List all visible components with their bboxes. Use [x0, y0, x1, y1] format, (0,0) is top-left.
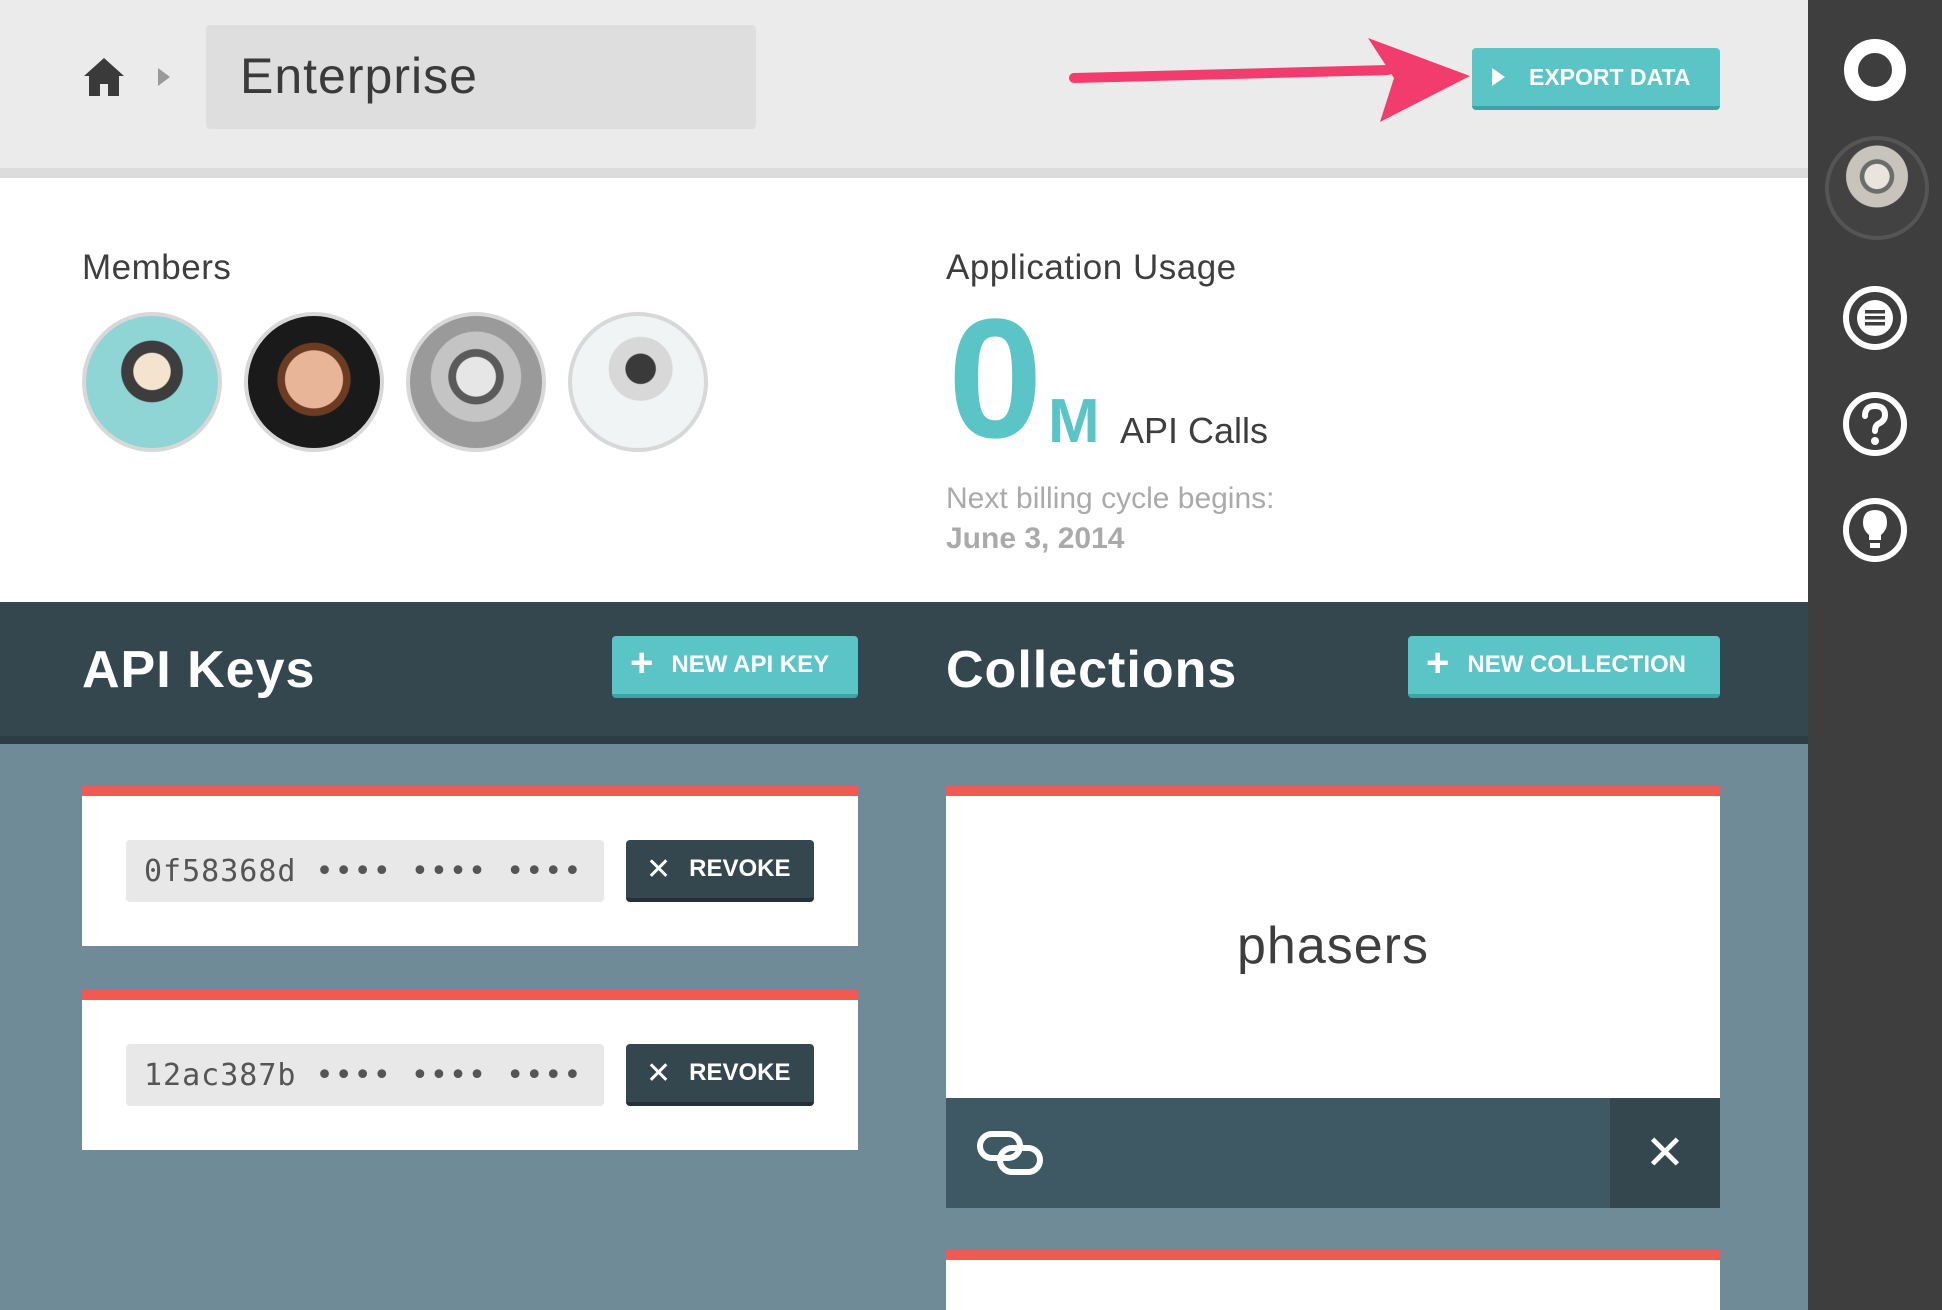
application-usage-label: Application Usage [946, 248, 1237, 287]
api-keys-title: API Keys [82, 641, 316, 699]
play-icon [1492, 68, 1505, 86]
help-icon[interactable] [1841, 390, 1909, 458]
member-avatar[interactable] [568, 312, 708, 452]
logo-icon[interactable] [1841, 36, 1909, 104]
home-icon[interactable] [82, 56, 126, 98]
usage-suffix: API Calls [1120, 410, 1269, 451]
member-avatar[interactable] [244, 312, 384, 452]
api-key-card: 12ac387b •••• •••• •••• ✕ REVOKE [82, 990, 858, 1150]
right-sidebar [1808, 0, 1942, 1310]
api-key-card: 0f58368d •••• •••• •••• ✕ REVOKE [82, 786, 858, 946]
close-icon: ✕ [646, 1056, 672, 1090]
api-key-field[interactable]: 0f58368d •••• •••• •••• [126, 840, 604, 902]
member-avatar[interactable] [406, 312, 546, 452]
collections-title: Collections [946, 641, 1238, 699]
billing-cycle-date: June 3, 2014 [946, 522, 1125, 555]
collection-card[interactable]: phasers ✕ [946, 786, 1720, 1208]
revoke-label: REVOKE [689, 1059, 791, 1086]
plus-icon: + [1426, 641, 1450, 685]
breadcrumb-caret-icon [158, 68, 170, 86]
annotation-arrow-icon [1069, 38, 1470, 122]
revoke-label: REVOKE [689, 855, 791, 882]
new-collection-button[interactable]: + NEW COLLECTION [1408, 636, 1720, 698]
revoke-button[interactable]: ✕ REVOKE [626, 840, 814, 902]
link-icon[interactable] [976, 1128, 1046, 1178]
api-key-field[interactable]: 12ac387b •••• •••• •••• [126, 1044, 604, 1106]
organization-name-field[interactable]: Enterprise [206, 25, 756, 129]
lightbulb-icon[interactable] [1841, 496, 1909, 564]
section-header-bar: API Keys + NEW API KEY Collections + NEW… [0, 602, 1808, 744]
members-label: Members [82, 248, 232, 287]
new-api-key-label: NEW API KEY [671, 651, 830, 678]
usage-unit: M [1048, 387, 1100, 456]
collection-card[interactable] [946, 1250, 1720, 1310]
user-avatar[interactable] [1825, 136, 1929, 240]
billing-cycle-label: Next billing cycle begins: [946, 482, 1275, 515]
delete-collection-button[interactable]: ✕ [1610, 1098, 1720, 1208]
plus-icon: + [630, 641, 654, 685]
close-icon: ✕ [646, 852, 672, 886]
collection-footer: ✕ [946, 1098, 1720, 1208]
page-header: Enterprise EXPORT DATA [0, 0, 1808, 178]
member-avatar[interactable] [82, 312, 222, 452]
export-data-button[interactable]: EXPORT DATA [1472, 48, 1720, 110]
export-data-label: EXPORT DATA [1529, 63, 1691, 90]
new-collection-label: NEW COLLECTION [1467, 651, 1687, 678]
overview-panel: Members Application Usage 0 M API Calls … [0, 178, 1808, 602]
collection-name: phasers [1237, 917, 1429, 975]
list-icon[interactable] [1841, 284, 1909, 352]
revoke-button[interactable]: ✕ REVOKE [626, 1044, 814, 1106]
usage-value: 0 [948, 284, 1043, 474]
new-api-key-button[interactable]: + NEW API KEY [612, 636, 858, 698]
